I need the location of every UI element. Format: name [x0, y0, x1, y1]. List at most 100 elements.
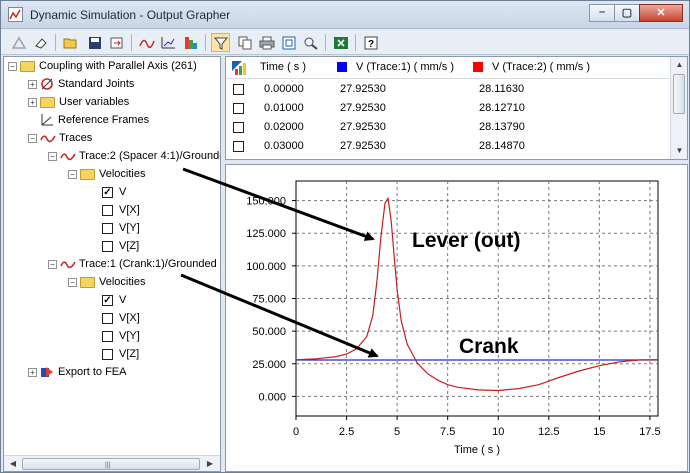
- scroll-thumb[interactable]: [673, 74, 685, 114]
- erase-button[interactable]: [31, 33, 50, 52]
- tree-root[interactable]: − Coupling with Parallel Axis (261): [8, 57, 197, 75]
- folder-icon: [40, 96, 55, 108]
- close-button[interactable]: ✕: [639, 4, 683, 22]
- magnifier-icon: [304, 37, 318, 50]
- velocity-chart: 0 2.5 5 7.5 10 12.5 15 17.5 0.000 25.000 50.000 75.…: [246, 180, 661, 456]
- checkbox[interactable]: [102, 330, 113, 342]
- tree-horizontal-scrollbar[interactable]: ◀ ||| ▶: [4, 455, 220, 471]
- tree-trace2[interactable]: − Trace:2 (Spacer 4:1)/Grounded: [48, 147, 220, 165]
- tree-traces[interactable]: − Traces: [28, 129, 92, 147]
- graph-panel[interactable]: 0 2.5 5 7.5 10 12.5 15 17.5 0.000 25.000 50.000 75.…: [225, 164, 688, 472]
- scroll-left-icon[interactable]: ◀: [5, 457, 21, 471]
- tree-trace2-velocities[interactable]: − Velocities: [68, 165, 145, 183]
- export-button[interactable]: [107, 33, 126, 52]
- export-icon: [110, 37, 122, 48]
- zoom-button[interactable]: [301, 33, 320, 52]
- title-bar[interactable]: Dynamic Simulation - Output Grapher – ▢ …: [1, 1, 689, 29]
- y-tick-label: 50.000: [252, 326, 286, 338]
- excel-export-button[interactable]: [331, 33, 350, 52]
- collapse-icon[interactable]: −: [48, 259, 57, 269]
- scroll-right-icon[interactable]: ▶: [202, 457, 218, 471]
- minimize-button[interactable]: –: [589, 4, 615, 22]
- collapse-icon[interactable]: −: [8, 61, 17, 71]
- filter-button[interactable]: [211, 33, 230, 52]
- header-trace1[interactable]: V (Trace:1) ( mm/s ): [337, 61, 454, 73]
- y-tick-label: 100.000: [246, 261, 286, 273]
- row-checkbox[interactable]: [233, 103, 244, 114]
- scroll-up-icon[interactable]: ▲: [671, 58, 687, 72]
- checkbox[interactable]: [102, 222, 113, 234]
- table-row[interactable]: 0.02000 27.92530 28.13790: [226, 119, 671, 136]
- checkbox-checked[interactable]: ✓: [102, 186, 113, 198]
- row-checkbox[interactable]: [233, 122, 244, 133]
- fit-zoom-button[interactable]: [279, 33, 298, 52]
- table-row[interactable]: 0.00000 27.92530 28.11630: [226, 81, 671, 98]
- table-row[interactable]: 0.01000 27.92530 28.12710: [226, 100, 671, 117]
- scroll-thumb[interactable]: |||: [22, 458, 200, 470]
- checkbox[interactable]: [102, 312, 113, 324]
- tree-label: Reference Frames: [58, 114, 150, 126]
- tree-trace1[interactable]: − Trace:1 (Crank:1)/Grounded: [48, 255, 217, 273]
- tree-trace2-vz[interactable]: V[Z]: [102, 237, 139, 255]
- tree-label: Standard Joints: [58, 78, 135, 90]
- checkbox[interactable]: [102, 204, 113, 216]
- tree-reference-frames[interactable]: Reference Frames: [40, 111, 149, 129]
- output-grapher-window: Dynamic Simulation - Output Grapher – ▢ …: [0, 0, 690, 473]
- row-checkbox[interactable]: [233, 141, 244, 152]
- checkbox[interactable]: [102, 348, 113, 360]
- tree-trace1-vx[interactable]: V[X]: [102, 309, 140, 327]
- collapse-icon[interactable]: −: [48, 151, 57, 161]
- expand-icon[interactable]: +: [28, 97, 37, 107]
- tree-trace1-velocities[interactable]: − Velocities: [68, 273, 145, 291]
- scroll-down-icon[interactable]: ▼: [671, 144, 687, 158]
- add-trace-button[interactable]: [137, 33, 156, 52]
- checkbox[interactable]: [102, 240, 113, 252]
- row-checkbox[interactable]: [233, 84, 244, 95]
- tree-trace1-vz[interactable]: V[Z]: [102, 345, 139, 363]
- x-tick-label: 17.5: [639, 426, 660, 438]
- open-button[interactable]: [61, 33, 80, 52]
- x-tick-label: 7.5: [440, 426, 455, 438]
- help-icon: ?: [364, 36, 377, 50]
- app-icon: [8, 7, 23, 22]
- header-trace2[interactable]: V (Trace:2) ( mm/s ): [473, 61, 590, 73]
- expand-icon[interactable]: +: [28, 79, 37, 89]
- filter-icon: [213, 37, 228, 50]
- help-button[interactable]: ?: [361, 33, 380, 52]
- tree-export-fea[interactable]: + Export to FEA: [28, 363, 126, 381]
- tree-user-variables[interactable]: + User variables: [28, 93, 129, 111]
- collapse-icon[interactable]: −: [68, 277, 77, 287]
- axes-icon: [40, 113, 54, 127]
- tree-trace2-vx[interactable]: V[X]: [102, 201, 140, 219]
- collapse-icon[interactable]: −: [68, 169, 77, 179]
- tree-label: V[X]: [119, 204, 140, 216]
- table-row[interactable]: 0.03000 27.92530 28.14870: [226, 138, 671, 155]
- trace-icon: [40, 135, 56, 143]
- print-button[interactable]: [257, 33, 276, 52]
- header-time[interactable]: Time ( s ): [260, 61, 306, 73]
- expand-icon[interactable]: +: [28, 367, 37, 377]
- tree-trace2-v[interactable]: ✓ V: [102, 183, 126, 201]
- checkbox-checked[interactable]: ✓: [102, 294, 113, 306]
- table-vertical-scrollbar[interactable]: ▲ ▼: [670, 57, 687, 159]
- color-scale-button[interactable]: [181, 33, 200, 52]
- trace-icon: [60, 261, 76, 269]
- tree-trace2-vy[interactable]: V[Y]: [102, 219, 140, 237]
- run-simulation-button[interactable]: [9, 33, 28, 52]
- y-tick-label: 0.000: [258, 391, 286, 403]
- tree-trace1-v[interactable]: ✓ V: [102, 291, 126, 309]
- trace-curve-icon: [138, 39, 155, 48]
- save-button[interactable]: [85, 33, 104, 52]
- trace2-swatch: [473, 62, 483, 72]
- collapse-icon[interactable]: −: [28, 133, 37, 143]
- x-tick-label: 10: [492, 426, 504, 438]
- maximize-button[interactable]: ▢: [614, 4, 640, 22]
- tree-standard-joints[interactable]: + Standard Joints: [28, 75, 134, 93]
- tree-trace1-vy[interactable]: V[Y]: [102, 327, 140, 345]
- browser-tree: − Coupling with Parallel Axis (261) + St…: [3, 56, 221, 472]
- copy-button[interactable]: [235, 33, 254, 52]
- new-graph-button[interactable]: [159, 33, 178, 52]
- header-trace2-label: V (Trace:2) ( mm/s ): [492, 61, 590, 73]
- color-settings-button[interactable]: [231, 60, 247, 76]
- save-icon: [88, 36, 101, 49]
